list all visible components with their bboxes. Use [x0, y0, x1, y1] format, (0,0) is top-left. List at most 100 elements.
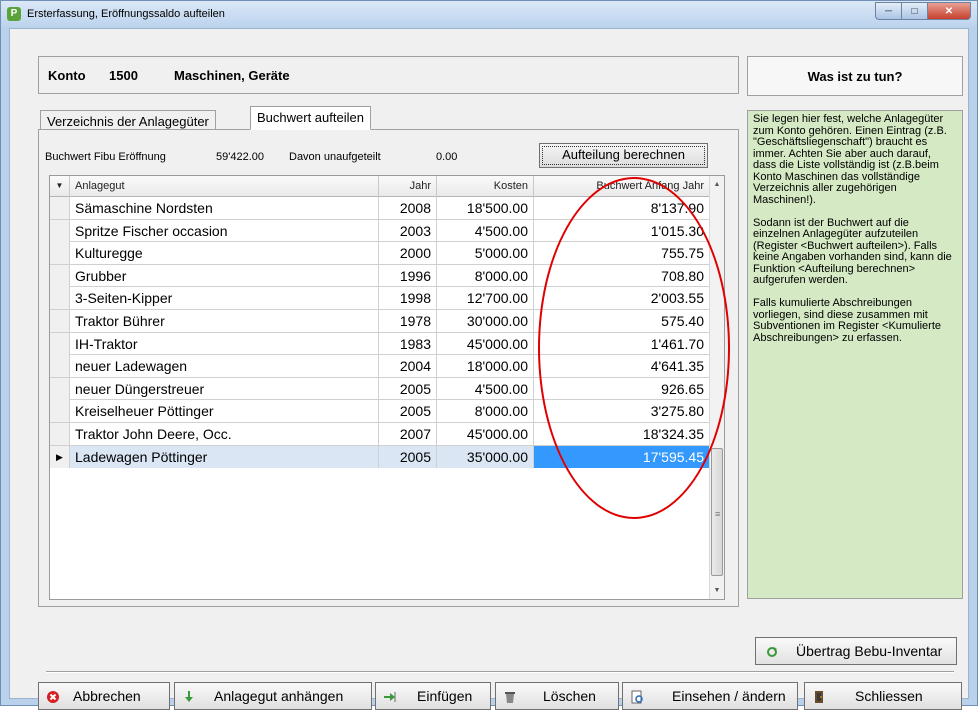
- sort-dropdown-icon[interactable]: ▼: [50, 176, 70, 197]
- cell-jahr[interactable]: 2008: [379, 197, 437, 219]
- cell-jahr[interactable]: 1996: [379, 264, 437, 287]
- cell-jahr[interactable]: 2005: [379, 377, 437, 400]
- cell-jahr[interactable]: 2004: [379, 355, 437, 378]
- cell-anlagegut[interactable]: Kreiselheuer Pöttinger: [70, 400, 379, 423]
- table-row[interactable]: Traktor Bührer 1978 30'000.00 575.40: [50, 309, 710, 333]
- table-row[interactable]: neuer Ladewagen 2004 18'000.00 4'641.35: [50, 355, 710, 378]
- row-selector[interactable]: [50, 242, 70, 265]
- grid-scrollbar[interactable]: ▲ ≡ ▼: [709, 176, 724, 599]
- cell-kosten[interactable]: 8'000.00: [437, 400, 534, 423]
- cell-buchwert[interactable]: 755.75: [534, 242, 710, 265]
- cell-kosten[interactable]: 30'000.00: [437, 309, 534, 332]
- cell-buchwert[interactable]: 575.40: [534, 309, 710, 332]
- account-name: Maschinen, Geräte: [174, 68, 290, 83]
- grip-icon: ≡: [715, 509, 721, 519]
- cell-buchwert[interactable]: 2'003.55: [534, 287, 710, 310]
- scroll-down-icon[interactable]: ▼: [710, 582, 724, 599]
- scroll-up-icon[interactable]: ▲: [710, 176, 724, 193]
- cell-kosten[interactable]: 8'000.00: [437, 264, 534, 287]
- aufteilung-berechnen-button[interactable]: Aufteilung berechnen: [539, 143, 708, 168]
- refresh-icon: [767, 647, 777, 657]
- account-label: Konto: [48, 68, 86, 83]
- cell-jahr[interactable]: 2005: [379, 400, 437, 423]
- cell-anlagegut[interactable]: Traktor Bührer: [70, 309, 379, 332]
- cell-anlagegut[interactable]: 3-Seiten-Kipper: [70, 287, 379, 310]
- cell-buchwert[interactable]: 1'015.30: [534, 219, 710, 242]
- table-row[interactable]: 3-Seiten-Kipper 1998 12'700.00 2'003.55: [50, 287, 710, 310]
- minimize-button[interactable]: ─: [875, 2, 901, 20]
- cell-buchwert[interactable]: 18'324.35: [534, 422, 710, 445]
- cell-buchwert[interactable]: 926.65: [534, 377, 710, 400]
- trash-icon: [505, 692, 515, 703]
- uebertrag-label: Übertrag Bebu-Inventar: [796, 643, 943, 659]
- cell-anlagegut[interactable]: neuer Düngerstreuer: [70, 377, 379, 400]
- cell-kosten[interactable]: 45'000.00: [437, 422, 534, 445]
- table-row[interactable]: IH-Traktor 1983 45'000.00 1'461.70: [50, 332, 710, 356]
- tab-buchwert-aufteilen[interactable]: Buchwert aufteilen: [250, 106, 371, 130]
- cell-anlagegut[interactable]: Traktor John Deere, Occ.: [70, 422, 379, 445]
- cell-jahr[interactable]: 2003: [379, 219, 437, 242]
- table-row[interactable]: Grubber 1996 8'000.00 708.80: [50, 264, 710, 288]
- cell-buchwert[interactable]: 4'641.35: [534, 355, 710, 378]
- cell-buchwert[interactable]: 1'461.70: [534, 332, 710, 355]
- table-row[interactable]: Traktor John Deere, Occ. 2007 45'000.00 18'…: [50, 422, 710, 446]
- row-selector[interactable]: [50, 309, 70, 332]
- cell-jahr[interactable]: 2005: [379, 445, 437, 468]
- cell-kosten[interactable]: 4'500.00: [437, 377, 534, 400]
- cell-kosten[interactable]: 18'000.00: [437, 355, 534, 378]
- cell-jahr[interactable]: 1998: [379, 287, 437, 310]
- cell-anlagegut[interactable]: Grubber: [70, 264, 379, 287]
- cell-anlagegut[interactable]: Sämaschine Nordsten: [70, 197, 379, 219]
- scroll-thumb[interactable]: ≡: [711, 448, 723, 576]
- table-row[interactable]: Kreiselheuer Pöttinger 2005 8'000.00 3'275.…: [50, 400, 710, 423]
- cell-kosten[interactable]: 5'000.00: [437, 242, 534, 265]
- cell-buchwert[interactable]: 8'137.90: [534, 197, 710, 219]
- cell-buchwert[interactable]: 17'595.45: [534, 445, 710, 468]
- row-selector[interactable]: [50, 332, 70, 355]
- maximize-button[interactable]: □: [901, 2, 927, 20]
- anlagegueter-grid[interactable]: ▼ Anlagegut Jahr Kosten Buchwert Anfang …: [49, 175, 725, 600]
- cell-buchwert[interactable]: 708.80: [534, 264, 710, 287]
- column-header-buchwert[interactable]: Buchwert Anfang Jahr: [534, 176, 710, 197]
- cell-anlagegut[interactable]: Ladewagen Pöttinger: [70, 445, 379, 468]
- account-number: 1500: [109, 68, 138, 83]
- row-selector[interactable]: [50, 377, 70, 400]
- cell-kosten[interactable]: 18'500.00: [437, 197, 534, 219]
- cell-jahr[interactable]: 1978: [379, 309, 437, 332]
- append-down-icon: [185, 691, 193, 702]
- cell-buchwert[interactable]: 3'275.80: [534, 400, 710, 423]
- cell-kosten[interactable]: 35'000.00: [437, 445, 534, 468]
- title-bar[interactable]: P Ersterfassung, Eröffnungssaldo aufteil…: [1, 1, 977, 27]
- row-selector[interactable]: [50, 355, 70, 378]
- table-row[interactable]: Sämaschine Nordsten 2008 18'500.00 8'137.90: [50, 197, 710, 220]
- cell-jahr[interactable]: 2007: [379, 422, 437, 445]
- uebertrag-bebu-inventar-button[interactable]: Übertrag Bebu-Inventar: [755, 637, 957, 665]
- table-row-selected[interactable]: ▶ Ladewagen Pöttinger 2005 35'000.00 17'595.…: [50, 445, 710, 469]
- cell-jahr[interactable]: 1983: [379, 332, 437, 355]
- row-selector[interactable]: [50, 422, 70, 445]
- row-selector-current-icon[interactable]: ▶: [50, 445, 70, 468]
- cell-anlagegut[interactable]: Spritze Fischer occasion: [70, 219, 379, 242]
- column-header-anlagegut[interactable]: Anlagegut: [70, 176, 379, 197]
- cell-anlagegut[interactable]: IH-Traktor: [70, 332, 379, 355]
- exit-door-icon: [815, 691, 823, 703]
- cell-anlagegut[interactable]: Kulturegge: [70, 242, 379, 265]
- cell-kosten[interactable]: 4'500.00: [437, 219, 534, 242]
- row-selector[interactable]: [50, 400, 70, 423]
- table-row[interactable]: neuer Düngerstreuer 2005 4'500.00 926.65: [50, 377, 710, 401]
- row-selector[interactable]: [50, 197, 70, 219]
- close-button[interactable]: ✕: [927, 2, 971, 20]
- row-selector[interactable]: [50, 287, 70, 310]
- table-row[interactable]: Kulturegge 2000 5'000.00 755.75: [50, 242, 710, 265]
- row-selector[interactable]: [50, 219, 70, 242]
- column-header-kosten[interactable]: Kosten: [437, 176, 534, 197]
- column-header-jahr[interactable]: Jahr: [379, 176, 437, 197]
- cell-kosten[interactable]: 12'700.00: [437, 287, 534, 310]
- cell-kosten[interactable]: 45'000.00: [437, 332, 534, 355]
- cell-anlagegut[interactable]: neuer Ladewagen: [70, 355, 379, 378]
- abbrechen-label: Abbrechen: [73, 688, 141, 704]
- tab-verzeichnis[interactable]: Verzeichnis der Anlagegüter: [40, 110, 216, 130]
- cell-jahr[interactable]: 2000: [379, 242, 437, 265]
- table-row[interactable]: Spritze Fischer occasion 2003 4'500.00 1'01…: [50, 219, 710, 243]
- row-selector[interactable]: [50, 264, 70, 287]
